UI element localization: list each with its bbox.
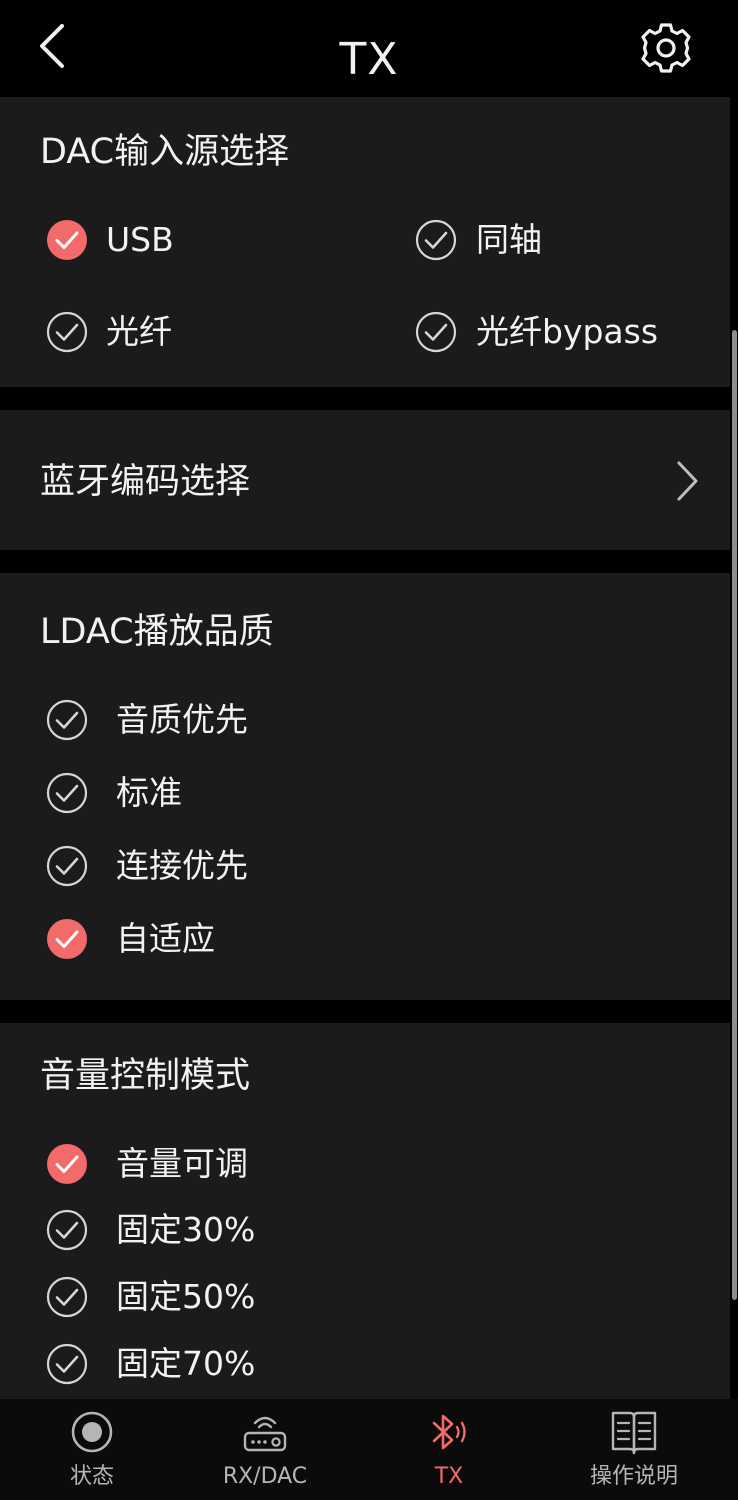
bt-codec-title: 蓝牙编码选择 bbox=[40, 462, 251, 502]
unchecked-icon bbox=[415, 219, 457, 261]
scrollbar[interactable] bbox=[732, 330, 737, 1300]
option-label: 固定30% bbox=[116, 1210, 256, 1249]
ldac-option-connection[interactable]: 连接优先 bbox=[46, 845, 346, 889]
option-label: 光纤bypass bbox=[476, 312, 659, 351]
dac-option-optical-bypass[interactable]: 光纤bypass bbox=[415, 311, 715, 355]
tab-rx-dac[interactable]: RX/DAC bbox=[173, 1399, 357, 1500]
tab-tx[interactable]: TX bbox=[357, 1399, 541, 1500]
tab-label: TX bbox=[434, 1464, 464, 1489]
option-label: 标准 bbox=[116, 773, 182, 812]
volume-option-fixed-50[interactable]: 固定50% bbox=[46, 1276, 346, 1320]
option-label: 音质优先 bbox=[116, 700, 248, 739]
router-icon bbox=[243, 1416, 287, 1452]
option-label: 自适应 bbox=[116, 919, 215, 958]
dac-option-optical[interactable]: 光纤 bbox=[46, 311, 346, 355]
volume-option-fixed-30[interactable]: 固定30% bbox=[46, 1209, 346, 1253]
option-label: 音量可调 bbox=[116, 1144, 248, 1183]
settings-button[interactable] bbox=[636, 18, 696, 78]
unchecked-icon bbox=[46, 1209, 88, 1251]
gear-icon bbox=[641, 23, 691, 73]
ldac-option-standard[interactable]: 标准 bbox=[46, 772, 346, 816]
option-label: 固定70% bbox=[116, 1344, 256, 1383]
unchecked-icon bbox=[46, 1343, 88, 1385]
page-title: TX bbox=[339, 34, 399, 85]
dac-option-coaxial[interactable]: 同轴 bbox=[415, 219, 715, 263]
manual-book-icon bbox=[611, 1411, 657, 1455]
unchecked-icon bbox=[46, 311, 88, 353]
unchecked-icon bbox=[46, 699, 88, 741]
volume-mode-title: 音量控制模式 bbox=[40, 1056, 251, 1096]
ldac-option-adaptive[interactable]: 自适应 bbox=[46, 918, 346, 962]
option-label: 连接优先 bbox=[116, 846, 248, 885]
option-label: 同轴 bbox=[476, 220, 542, 259]
bluetooth-icon bbox=[432, 1414, 466, 1450]
bottom-tab-bar: 状态 RX/DAC TX 操作说明 bbox=[0, 1399, 738, 1500]
ldac-quality-title: LDAC播放品质 bbox=[40, 612, 274, 652]
tab-manual[interactable]: 操作说明 bbox=[542, 1399, 726, 1500]
volume-option-fixed-70[interactable]: 固定70% bbox=[46, 1343, 346, 1387]
option-label: USB bbox=[106, 220, 174, 259]
option-label: 光纤 bbox=[106, 312, 172, 351]
unchecked-icon bbox=[46, 772, 88, 814]
dac-input-title: DAC输入源选择 bbox=[40, 132, 290, 172]
ldac-option-quality[interactable]: 音质优先 bbox=[46, 699, 346, 743]
checked-icon bbox=[47, 1144, 87, 1184]
tab-label: 状态 bbox=[69, 1464, 114, 1489]
tab-status[interactable]: 状态 bbox=[0, 1399, 184, 1500]
chevron-right-icon bbox=[677, 461, 698, 501]
tab-label: 操作说明 bbox=[589, 1464, 678, 1489]
unchecked-icon bbox=[46, 845, 88, 887]
checked-icon bbox=[47, 919, 87, 959]
tab-label: RX/DAC bbox=[222, 1464, 308, 1489]
checked-icon bbox=[47, 220, 87, 260]
record-icon bbox=[71, 1411, 113, 1453]
dac-option-usb[interactable]: USB bbox=[46, 219, 346, 263]
top-bar: TX bbox=[0, 0, 738, 97]
unchecked-icon bbox=[415, 311, 457, 353]
volume-option-adjustable[interactable]: 音量可调 bbox=[46, 1143, 346, 1187]
unchecked-icon bbox=[46, 1276, 88, 1318]
option-label: 固定50% bbox=[116, 1277, 256, 1316]
